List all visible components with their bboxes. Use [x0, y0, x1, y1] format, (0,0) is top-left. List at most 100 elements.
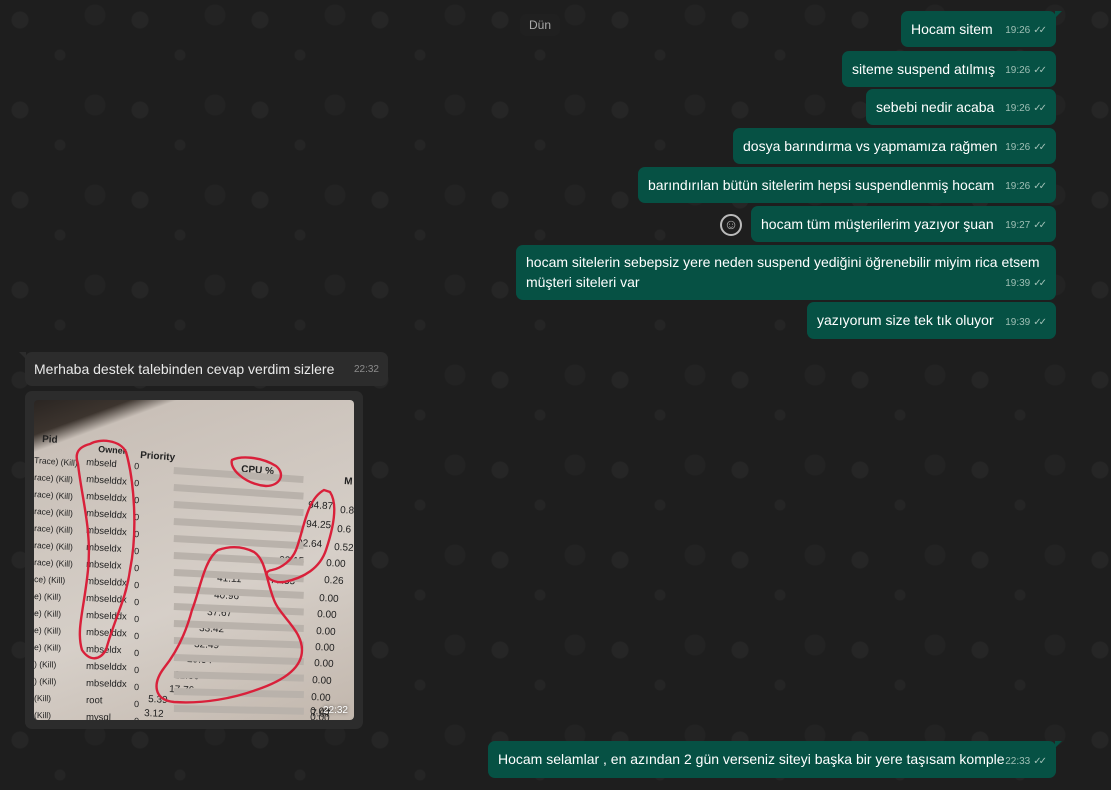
row-owner: root	[86, 695, 103, 706]
row-owner: mysql	[86, 712, 111, 720]
mem-value: 0.00	[311, 692, 331, 704]
incoming-message[interactable]: Merhaba destek talebinden cevap verdim s…	[19, 352, 388, 386]
message-text: Merhaba destek talebinden cevap verdim s…	[34, 361, 335, 377]
mem-value: 0.6	[337, 524, 352, 536]
incoming-photo-message[interactable]: Pid Owner Priority CPU % M Trace) (Kill) mbsel…	[25, 391, 363, 729]
smiley-icon[interactable]: ☺	[720, 214, 742, 236]
message-text: hocam tüm müşterilerim yazıyor şuan	[761, 216, 994, 232]
message-text: hocam sitelerin sebepsiz yere neden susp…	[526, 254, 1040, 290]
double-check-icon: ✓✓	[1033, 65, 1047, 76]
message-time: 19:39	[1005, 278, 1031, 289]
row-pid: e) (Kill)	[34, 642, 61, 653]
message-time: 19:26	[1005, 25, 1031, 36]
row-owner: mbselddx	[86, 610, 127, 623]
mem-value: 0.00	[312, 675, 332, 687]
row-priority: 0	[134, 580, 139, 590]
double-check-icon: ✓✓	[1033, 181, 1047, 192]
cpu-bar	[173, 518, 304, 533]
row-priority: 0	[134, 648, 139, 658]
row-pid: e) (Kill)	[34, 625, 61, 636]
row-pid: Trace) (Kill)	[34, 455, 78, 468]
row-pid: (Kill)	[34, 693, 51, 703]
row-priority: 0	[134, 665, 139, 675]
row-priority: 0	[134, 597, 139, 607]
row-owner: mbselddx	[86, 576, 127, 589]
row-priority: 0	[134, 682, 139, 692]
message-text: barındırılan bütün sitelerim hepsi suspe…	[648, 177, 995, 193]
outgoing-message[interactable]: hocam tüm müşterilerim yazıyor şuan 19:2…	[751, 206, 1056, 242]
outgoing-message[interactable]: yazıyorum size tek tık oluyor 19:39 ✓✓	[807, 302, 1056, 339]
row-pid: (Kill)	[34, 710, 51, 720]
double-check-icon: ✓✓	[1033, 317, 1047, 328]
mem-value: 0.26	[324, 575, 344, 587]
row-priority: 0	[134, 631, 139, 641]
cpu-bar	[173, 483, 304, 500]
message-time: 19:39	[1005, 317, 1031, 328]
row-priority: 0	[134, 563, 139, 573]
double-check-icon: ✓✓	[1033, 220, 1047, 231]
outgoing-message[interactable]: sebebi nedir acaba 19:26 ✓✓	[866, 89, 1056, 125]
row-priority: 0	[134, 716, 139, 720]
outgoing-message[interactable]: barındırılan bütün sitelerim hepsi suspe…	[638, 167, 1056, 203]
message-time: 19:26	[1005, 142, 1031, 153]
row-pid: race) (Kill)	[34, 489, 73, 501]
mem-value: 0.00	[319, 593, 339, 605]
message-text: dosya barındırma vs yapmamıza rağmen	[743, 138, 998, 154]
message-text: Hocam selamlar , en azından 2 gün versen…	[498, 751, 1005, 767]
cpu-value: 3.12	[144, 708, 164, 720]
row-pid: ) (Kill)	[34, 659, 57, 670]
row-priority: 0	[134, 614, 139, 624]
row-owner: mbseldx	[86, 542, 122, 555]
mem-value: 0.00	[326, 558, 346, 570]
row-pid: ) (Kill)	[34, 676, 57, 687]
row-owner: mbselddx	[86, 661, 127, 673]
row-pid: race) (Kill)	[34, 540, 73, 552]
mem-value: 0.8	[340, 505, 354, 517]
cpu-bar	[173, 620, 304, 632]
message-time: 22:32	[353, 364, 379, 375]
message-time: 19:26	[1005, 103, 1031, 114]
row-owner: mbselddx	[86, 491, 128, 505]
mem-value: 0.00	[315, 642, 335, 654]
row-owner: mbselddx	[86, 474, 128, 488]
header-pid: Pid	[42, 434, 58, 446]
header-m: M	[344, 476, 353, 488]
row-pid: race) (Kill)	[34, 557, 73, 569]
message-time: 19:26	[1005, 181, 1031, 192]
double-check-icon: ✓✓	[1033, 142, 1047, 153]
row-owner: mbseld	[86, 457, 117, 470]
row-priority: 0	[134, 699, 139, 709]
cpu-bar	[173, 705, 304, 715]
outgoing-message[interactable]: siteme suspend atılmış 19:26 ✓✓	[842, 51, 1056, 87]
date-separator: Dün	[520, 14, 561, 36]
mem-value: 0.00	[316, 626, 336, 638]
photo-table-drawing: PidOwnerPriorityCPU %MTrace) (Kill) mbsel…	[34, 434, 354, 720]
message-time: 22:33	[1005, 756, 1031, 767]
double-check-icon: ✓✓	[1033, 25, 1047, 36]
row-owner: mbselddx	[86, 508, 127, 521]
row-priority: 0	[134, 478, 140, 488]
mem-value: 0.00	[314, 658, 334, 670]
row-owner: mbseldx	[86, 559, 122, 572]
row-pid: race) (Kill)	[34, 506, 73, 518]
outgoing-message[interactable]: Hocam selamlar , en azından 2 gün versen…	[488, 741, 1062, 778]
outgoing-message[interactable]: hocam sitelerin sebepsiz yere neden susp…	[516, 245, 1056, 300]
row-priority: 0	[134, 546, 140, 556]
cpu-bar	[173, 501, 304, 517]
photo-time: 22:32	[322, 705, 348, 716]
row-pid: race) (Kill)	[34, 472, 73, 485]
message-time: 19:27	[1005, 220, 1031, 231]
cpu-value: 94.25	[306, 519, 332, 531]
double-check-icon: ✓✓	[1033, 756, 1047, 767]
row-owner: mbselddx	[86, 525, 127, 538]
row-pid: e) (Kill)	[34, 608, 61, 619]
photo-image[interactable]: Pid Owner Priority CPU % M Trace) (Kill) mbsel…	[34, 400, 354, 720]
double-check-icon: ✓✓	[1033, 278, 1047, 289]
outgoing-message[interactable]: dosya barındırma vs yapmamıza rağmen 19:…	[733, 128, 1056, 164]
row-pid: ce) (Kill)	[34, 574, 66, 585]
mem-value: 0.52	[334, 542, 354, 554]
double-check-icon: ✓✓	[1033, 103, 1047, 114]
header-priority: Priority	[140, 450, 176, 463]
row-owner: mbselddx	[86, 627, 127, 639]
outgoing-message[interactable]: Hocam sitem 19:26 ✓✓	[901, 11, 1062, 47]
